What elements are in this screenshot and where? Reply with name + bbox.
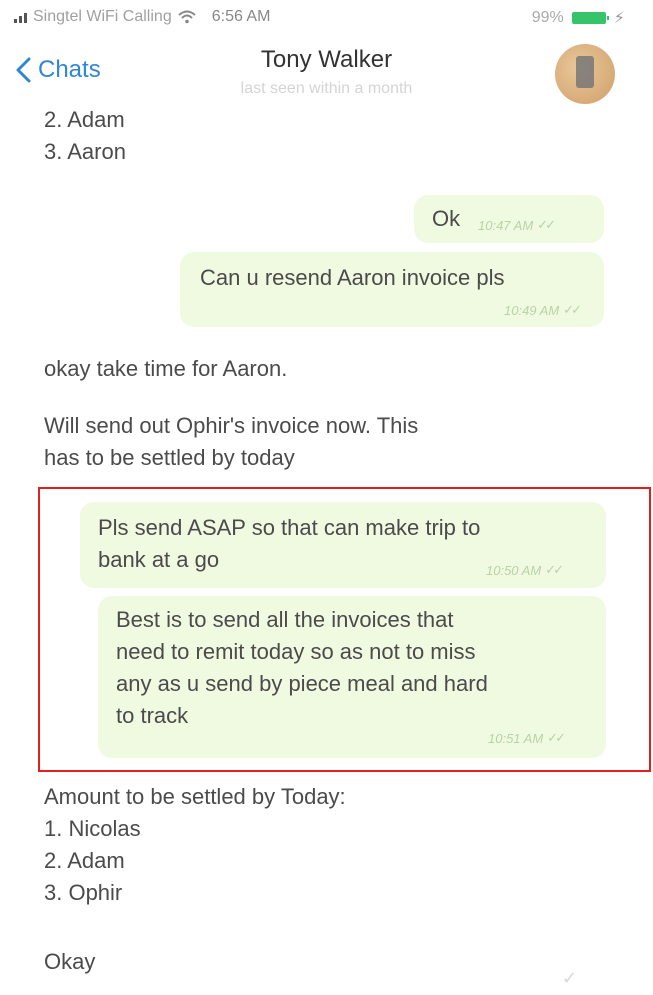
status-time: 6:56 AM [211, 8, 271, 25]
status-left: Singtel WiFi Calling 6:56 AM [14, 8, 270, 26]
message-meta: 10:49 AM ✓✓ [504, 302, 582, 318]
outgoing-message: Can u resend Aaron invoice pls 10:49 AM … [180, 252, 604, 327]
charging-icon: ⚡ [613, 10, 625, 27]
incoming-message: Amount to be settled by Today: 1. Nicola… [44, 784, 346, 905]
message-text: Can u resend Aaron invoice pls [200, 265, 505, 290]
message-text: Ok [432, 206, 461, 231]
check-icon: ✓ [562, 968, 578, 988]
status-right: 99% ⚡ [532, 8, 625, 28]
incoming-message: Okay [44, 949, 96, 974]
battery-percent: 99% [531, 9, 564, 26]
wifi-icon [178, 10, 196, 24]
carrier-label: Singtel WiFi Calling [33, 8, 172, 25]
message-meta: 10:47 AM ✓✓ [478, 217, 556, 233]
outgoing-message: Ok 10:47 AM ✓✓ [414, 195, 604, 243]
incoming-message: Will send out Ophir's invoice now. This … [44, 413, 419, 470]
chat-header: Chats Tony Walker last seen within a mon… [0, 36, 653, 104]
double-check-icon: ✓✓ [537, 217, 556, 232]
message-time: 10:47 AM [478, 217, 534, 233]
avatar[interactable] [555, 44, 615, 104]
battery-icon [571, 12, 609, 24]
highlight-box [38, 487, 651, 772]
double-check-icon: ✓✓ [563, 302, 582, 317]
incoming-message: 2. Adam 3. Aaron [44, 107, 126, 164]
last-seen-status: last seen within a month [240, 80, 413, 97]
status-bar: Singtel WiFi Calling 6:56 AM 99% ⚡ [0, 0, 653, 36]
message-time: 10:49 AM [504, 302, 560, 318]
incoming-message: okay take time for Aaron. [44, 356, 288, 381]
signal-icon [14, 11, 27, 23]
